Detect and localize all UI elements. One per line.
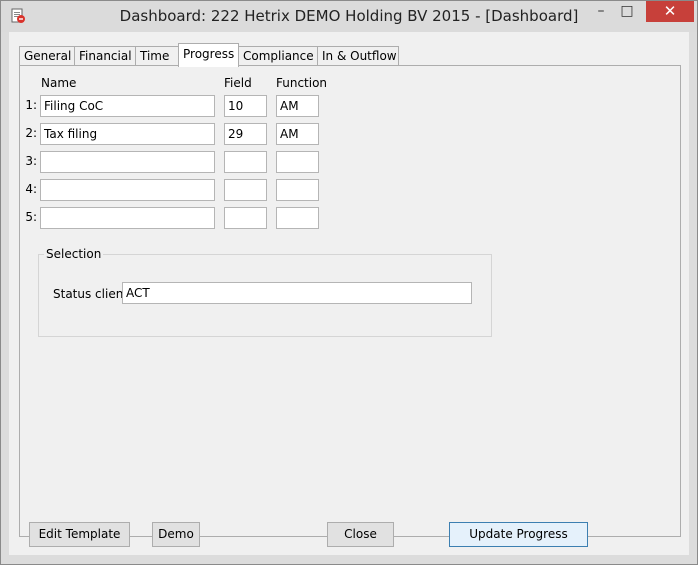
row-2-field-field[interactable]: 29: [224, 123, 267, 145]
app-window: Dashboard: 222 Hetrix DEMO Holding BV 20…: [0, 0, 698, 565]
row-number: 5:: [25, 210, 37, 224]
row-5-function-field[interactable]: [276, 207, 319, 229]
tab-general[interactable]: General: [19, 46, 75, 66]
row-number: 3:: [25, 154, 37, 168]
edit-template-button[interactable]: Edit Template: [29, 522, 130, 547]
row-3-function-field[interactable]: [276, 151, 319, 173]
row-number: 1:: [25, 98, 37, 112]
tab-financial[interactable]: Financial: [74, 46, 136, 66]
title-bar[interactable]: Dashboard: 222 Hetrix DEMO Holding BV 20…: [1, 1, 697, 32]
tab-progress[interactable]: Progress: [178, 43, 239, 67]
tab-time[interactable]: Time: [135, 46, 179, 66]
row-number: 4:: [25, 182, 37, 196]
row-1-function-field[interactable]: AM: [276, 95, 319, 117]
row-1-name-field[interactable]: Filing CoC: [40, 95, 215, 117]
status-client-field[interactable]: ACT: [122, 282, 472, 304]
row-4-field-field[interactable]: [224, 179, 267, 201]
update-progress-button[interactable]: Update Progress: [449, 522, 588, 547]
demo-button[interactable]: Demo: [152, 522, 200, 547]
name-header: Name: [41, 76, 77, 90]
close-button[interactable]: Close: [327, 522, 394, 547]
row-2-name-field[interactable]: Tax filing: [40, 123, 215, 145]
row-4-function-field[interactable]: [276, 179, 319, 201]
tab-compliance[interactable]: Compliance: [238, 46, 318, 66]
row-4-name-field[interactable]: [40, 179, 215, 201]
status-client-label: Status client: [53, 287, 129, 301]
row-1-field-field[interactable]: 10: [224, 95, 267, 117]
row-5-field-field[interactable]: [224, 207, 267, 229]
tab-in-outflow[interactable]: In & Outflow: [317, 46, 399, 66]
row-3-name-field[interactable]: [40, 151, 215, 173]
maximize-button[interactable]: □: [614, 1, 640, 22]
field-header: Field: [224, 76, 252, 90]
row-3-field-field[interactable]: [224, 151, 267, 173]
row-number: 2:: [25, 126, 37, 140]
row-2-function-field[interactable]: AM: [276, 123, 319, 145]
row-5-name-field[interactable]: [40, 207, 215, 229]
close-window-button[interactable]: ✕: [646, 1, 694, 22]
function-header: Function: [276, 76, 328, 90]
client-area: General Financial Time Progress Complian…: [9, 32, 689, 555]
selection-group-label: Selection: [44, 247, 104, 261]
minimize-button[interactable]: –: [588, 1, 614, 22]
